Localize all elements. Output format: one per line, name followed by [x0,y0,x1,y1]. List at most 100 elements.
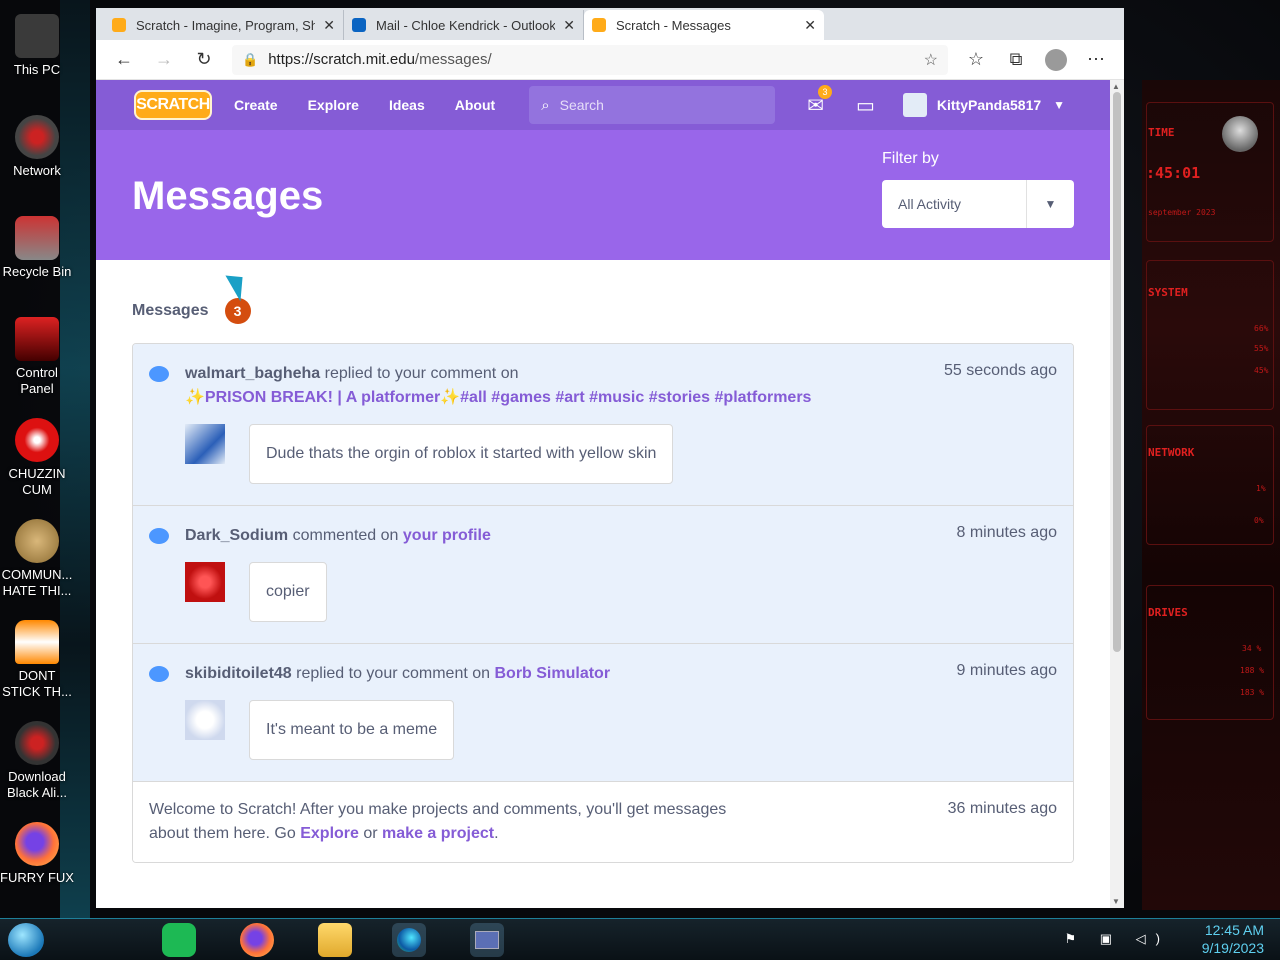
tab-outlook-mail[interactable]: Mail - Chloe Kendrick - Outlook ✕ [344,10,584,40]
commenter-avatar[interactable] [185,700,225,740]
message-action: replied to your comment on [324,365,519,382]
hud-stat: 66% [1254,324,1269,333]
desktop-icon-label: Control Panel [16,365,58,396]
message-item: walmart_bagheha replied to your comment … [133,344,1073,506]
hud-stat: 183 % [1240,688,1265,697]
taskbar-clock[interactable]: 12:45 AM 9/19/2023 [1202,921,1264,957]
page-viewport: SCRATCH Create Explore Ideas About ⌕ Sea… [96,80,1110,908]
firefox-taskbar-icon[interactable] [240,923,274,957]
hud-stat: 45% [1254,366,1269,375]
url-host: https://scratch.mit.edu [268,51,415,68]
nav-explore[interactable]: Explore [308,97,359,113]
search-input[interactable]: ⌕ Search [529,86,776,124]
scratch-logo[interactable]: SCRATCH [134,90,212,120]
filter-select[interactable]: All Activity ▼ [882,180,1074,228]
scroll-up-icon[interactable]: ▲ [1112,82,1120,91]
edge-icon [397,928,421,952]
make-project-link[interactable]: make a project [382,825,494,842]
filter-value: All Activity [898,196,962,212]
profile-button[interactable] [1036,44,1076,76]
close-tab-icon[interactable]: ✕ [323,17,335,34]
messages-banner: Messages Filter by All Activity ▼ [96,130,1110,260]
toolbar-right: ☆ ⧉ ⋯ [956,44,1116,76]
message-user-link[interactable]: walmart_bagheha [185,365,320,382]
desktop-icon-furry-fux[interactable]: FURRY FUX [0,816,74,917]
message-time: 55 seconds ago [944,362,1057,379]
tab-scratch-messages[interactable]: Scratch - Messages ✕ [584,10,824,40]
message-user-link[interactable]: skibiditoilet48 [185,665,292,682]
page-scrollbar[interactable]: ▲ ▼ [1110,80,1124,908]
chevron-down-icon[interactable]: ▼ [1053,98,1065,112]
messages-heading: Messages [132,302,209,319]
desktop-icon-chuzzin[interactable]: CHUZZIN CUM [0,412,74,513]
address-bar[interactable]: 🔒 https://scratch.mit.edu/messages/ ☆ [232,44,948,75]
tab-title: Scratch - Messages [616,17,731,33]
scroll-down-icon[interactable]: ▼ [1112,897,1120,906]
hud-network-label: NETWORK [1148,446,1195,459]
explore-link[interactable]: Explore [300,825,359,842]
message-action: commented on [292,527,399,544]
desktop-icon-label: DONT STICK TH... [2,668,72,699]
commenter-avatar[interactable] [185,424,225,464]
favorites-icon[interactable]: ☆ [956,44,996,76]
commenter-avatar[interactable] [185,562,225,602]
forward-button[interactable]: → [144,44,184,76]
desktop-icon-label: Network [13,163,61,178]
url-path: /messages/ [414,51,492,68]
message-list: walmart_bagheha replied to your comment … [132,343,1074,863]
hud-stat: 0% [1254,516,1264,525]
more-menu-icon[interactable]: ⋯ [1076,44,1116,76]
tab-scratch-home[interactable]: Scratch - Imagine, Program, Sha ✕ [104,10,344,40]
message-project-link[interactable]: Borb Simulator [494,665,610,682]
message-profile-link[interactable]: your profile [403,527,491,544]
traffic-cone-icon [15,620,59,664]
desktop-icon-dont-stick[interactable]: DONT STICK TH... [0,614,74,715]
desktop-icon-recycle-bin[interactable]: Recycle Bin [0,210,74,311]
username[interactable]: KittyPanda5817 [937,97,1041,113]
message-user-link[interactable]: Dark_Sodium [185,527,288,544]
add-favorite-icon[interactable]: ☆ [924,50,938,70]
desktop-icon-network[interactable]: Network [0,109,74,210]
desktop-icon-label: FURRY FUX [0,870,74,885]
nav-create[interactable]: Create [234,97,278,113]
hud-stat: 188 % [1240,666,1265,675]
close-tab-icon[interactable]: ✕ [804,17,816,34]
hud-stat: 1% [1256,484,1266,493]
scratch-favicon-icon [112,18,126,32]
message-time: 36 minutes ago [947,800,1057,817]
edge-taskbar-icon[interactable] [392,923,426,957]
refresh-button[interactable]: ↻ [184,44,224,76]
hud-time-label: TIME [1148,126,1175,139]
back-button[interactable]: ← [104,44,144,76]
system-tray[interactable]: ⚑ ▣ ◁) [1065,931,1171,947]
hud-network-panel [1146,425,1274,545]
scrollbar-thumb[interactable] [1113,92,1121,652]
collections-icon[interactable]: ⧉ [996,44,1036,76]
nav-ideas[interactable]: Ideas [389,97,425,113]
desktop-icon-this-pc[interactable]: This PC [0,8,74,109]
search-icon: ⌕ [541,96,550,114]
message-text: walmart_bagheha replied to your comment … [185,362,885,410]
file-explorer-taskbar-icon[interactable] [318,923,352,957]
hud-date: september 2023 [1148,208,1216,217]
message-action: replied to your comment on [296,665,491,682]
close-tab-icon[interactable]: ✕ [563,17,575,34]
spotify-taskbar-icon[interactable] [162,923,196,957]
window-taskbar-icon[interactable] [470,923,504,957]
user-avatar[interactable] [902,93,927,117]
browser-window: Scratch - Imagine, Program, Sha ✕ Mail -… [96,8,1124,908]
nav-about[interactable]: About [455,97,495,113]
my-stuff-folder-icon[interactable]: ▭ [856,93,875,118]
desktop-icon-commun[interactable]: COMMUN... HATE THI... [0,513,74,614]
desktop-icon-control-panel[interactable]: Control Panel [0,311,74,412]
tab-title: Scratch - Imagine, Program, Sha [136,17,316,33]
control-panel-icon [15,317,59,361]
start-button[interactable] [8,923,44,957]
desktop-icon-label: CHUZZIN CUM [8,466,66,497]
desktop-icon-download-black-alien[interactable]: Download Black Ali... [0,715,74,816]
comment-text: Dude thats the orgin of roblox it starte… [249,424,674,484]
message-project-link[interactable]: ✨PRISON BREAK! | A platformer✨#all #game… [185,389,811,406]
messages-count-badge: 3 [224,298,251,324]
messages-mail-icon[interactable]: ✉ 3 [807,84,832,118]
mail-badge: 3 [817,84,832,99]
